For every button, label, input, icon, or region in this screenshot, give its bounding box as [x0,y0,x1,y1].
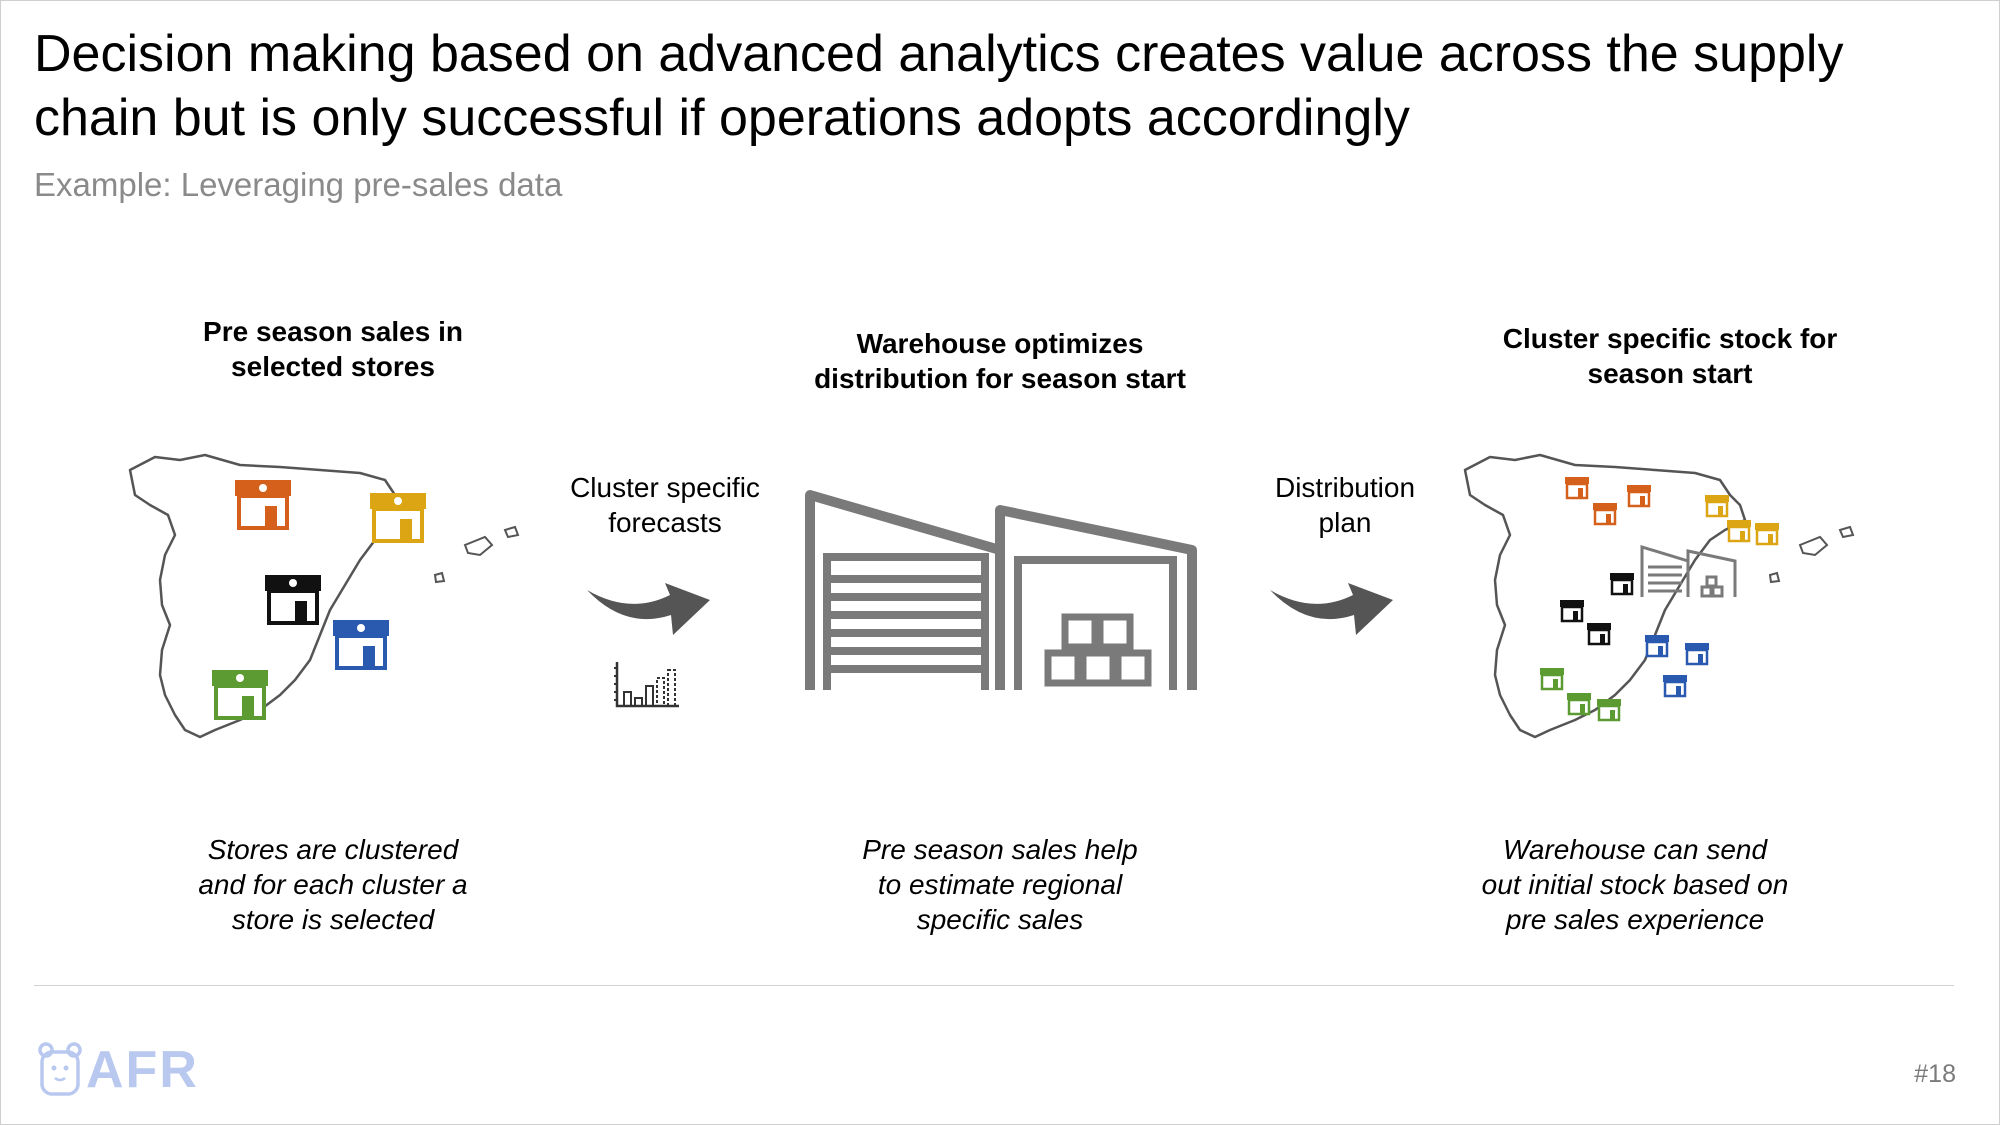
store-icon-yellow [1727,520,1751,543]
step-1-caption-line-2: and for each cluster a [198,869,468,900]
spain-map-right [1463,453,1855,739]
step-2-heading: Warehouse optimizes distribution for sea… [780,326,1220,396]
store-icon-black [1610,573,1634,596]
store-icon-green [1567,693,1591,716]
step-2-caption-line-3: specific sales [916,904,1084,935]
step-2-caption: Pre season sales help to estimate region… [800,832,1200,937]
step-1-heading-line-2: selected stores [231,351,435,382]
store-icon-yellow [370,493,426,543]
store-icon-black [1587,623,1611,646]
step-2-heading-line-1: Warehouse optimizes [856,328,1144,359]
page-number: #18 [1914,1060,1956,1088]
footer-logo-text: AFR [86,1041,199,1099]
step-1-heading-line-1: Pre season sales in [203,316,463,347]
store-icon-green [1540,668,1564,691]
step-1-heading: Pre season sales in selected stores [153,314,513,384]
store-icon-black [265,575,321,625]
step-3-heading-line-1: Cluster specific stock for [1502,323,1838,354]
step-3-heading: Cluster specific stock for season start [1450,321,1890,391]
step-1-caption-line-3: store is selected [231,904,435,935]
store-icon-orange [1565,477,1589,500]
arrow-1-label-line-2: forecasts [608,507,722,538]
arrow-1-label-line-1: Cluster specific [570,472,760,503]
step-1-caption: Stores are clustered and for each cluste… [153,832,513,937]
step-2-heading-line-2: distribution for season start [814,363,1186,394]
step-1-caption-line-1: Stores are clustered [207,834,459,865]
store-icon-blue [1645,635,1669,658]
warehouse-icon [805,490,1197,690]
arrow-2-label-line-1: Distribution [1274,472,1416,503]
store-icon-orange [1593,503,1617,526]
bar-chart-icon [614,662,679,708]
slide-title: Decision making based on advanced analyt… [34,22,1954,150]
arrow-1-label: Cluster specific forecasts [545,470,785,540]
spain-map-left [128,453,520,739]
store-icon-blue [1663,675,1687,698]
store-icon-blue [1685,643,1709,666]
step-3-heading-line-2: season start [1587,358,1753,389]
store-icon-green [212,670,268,720]
title-line-1: Decision making based on advanced analyt… [34,25,1844,83]
curved-arrow-icon [587,583,710,635]
step-2-caption-line-2: to estimate regional [877,869,1123,900]
arrow-2-label: Distribution plan [1230,470,1460,540]
step-3-caption: Warehouse can send out initial stock bas… [1435,832,1835,937]
footer-divider [34,985,1954,986]
title-line-2: chain but is only successful if operatio… [34,89,1410,147]
balearic-islands [1768,525,1855,584]
store-icon-black [1560,600,1584,623]
curved-arrow-icon [1270,583,1393,635]
arrow-2-label-line-2: plan [1318,507,1372,538]
slide-subtitle: Example: Leveraging pre-sales data [34,166,563,203]
store-icon-orange [1627,485,1651,508]
store-icon-yellow [1705,495,1729,518]
step-3-caption-line-3: pre sales experience [1505,904,1765,935]
balearic-islands [433,525,520,584]
step-2-caption-line-1: Pre season sales help [862,834,1138,865]
store-icon-blue [333,620,389,670]
step-3-caption-line-2: out initial stock based on [1481,869,1789,900]
bear-logo-icon [38,1042,82,1096]
store-icon-green [1597,699,1621,722]
step-3-caption-line-1: Warehouse can send [1502,834,1768,865]
store-icon-yellow [1755,523,1779,546]
store-icon-orange [235,480,291,530]
